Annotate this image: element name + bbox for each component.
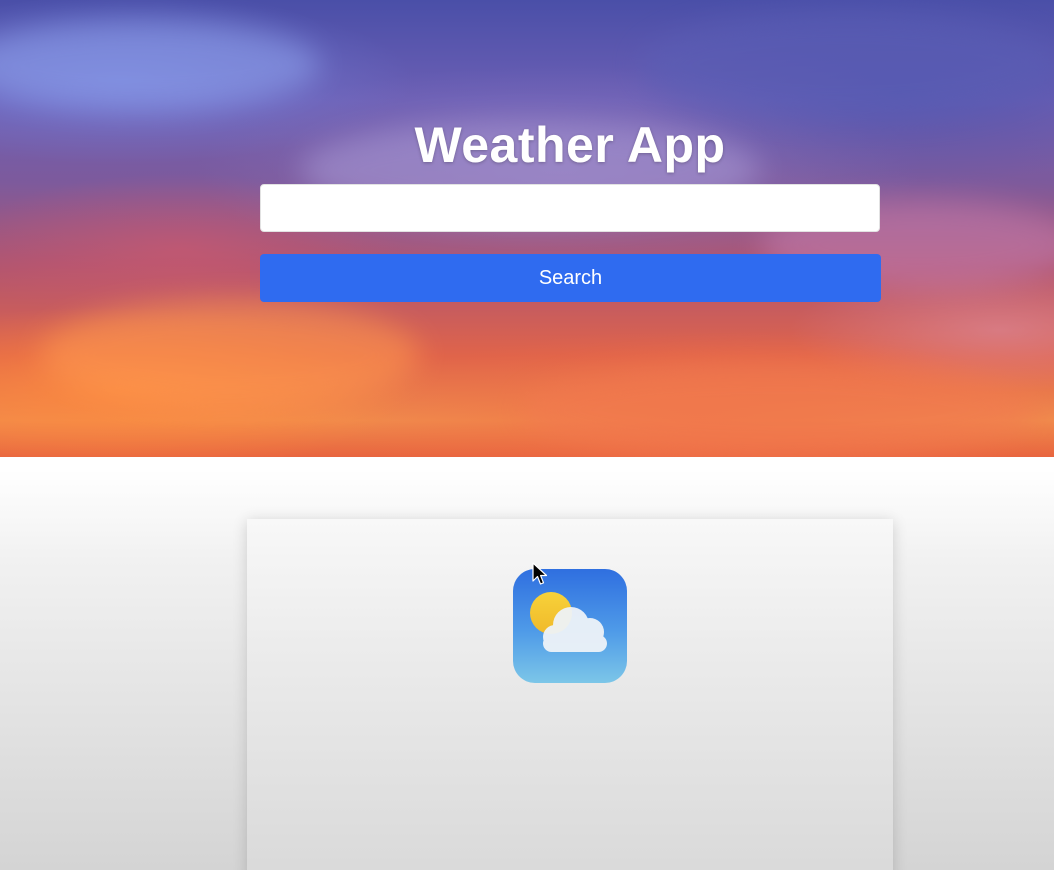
partly-cloudy-icon [513, 569, 627, 683]
search-button[interactable]: Search [260, 254, 881, 302]
mouse-cursor-icon [532, 562, 548, 585]
weather-app-page: Weather App Search [0, 0, 1054, 870]
page-title: Weather App [414, 116, 726, 173]
city-search-input[interactable] [260, 184, 880, 232]
